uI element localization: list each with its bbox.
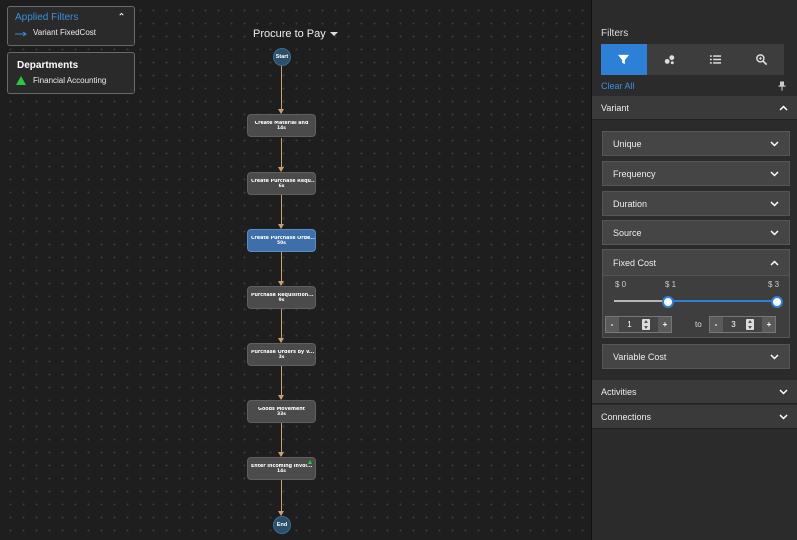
departments-panel: Departments Financial Accounting	[7, 52, 135, 94]
activity-duration: 14s	[277, 126, 286, 131]
variant-section-header[interactable]: Variant	[592, 96, 797, 120]
fixed-cost-max-handle[interactable]	[771, 296, 783, 308]
slider-tick-min: $ 0	[615, 280, 627, 289]
end-node[interactable]: End	[273, 516, 291, 534]
tab-filters[interactable]	[601, 44, 647, 75]
fixed-cost-max-input[interactable]: 3	[723, 317, 762, 332]
filters-title: Filters	[601, 28, 629, 39]
duration-filter-title: Duration	[613, 198, 648, 209]
activity-node[interactable]: Enter Incoming Invoi... 14s	[247, 457, 316, 480]
departments-title: Departments	[17, 60, 79, 71]
list-icon	[709, 55, 721, 64]
spinner-icon[interactable]	[641, 319, 650, 330]
flow-connector[interactable]	[281, 480, 282, 515]
activity-duration: 50s	[277, 241, 286, 246]
bubbles-icon	[664, 55, 675, 65]
department-label: Financial Accounting	[33, 76, 107, 85]
chevron-down-icon	[779, 413, 788, 420]
connections-section-header[interactable]: Connections	[592, 405, 797, 429]
filters-panel: Filters Clear All Variant Unique Frequen…	[592, 0, 797, 540]
chevron-down-icon	[779, 388, 788, 395]
applied-filter-item[interactable]: Variant FixedCost	[15, 28, 96, 37]
fixed-cost-slider-range	[668, 300, 777, 302]
process-selector[interactable]: Procure to Pay	[253, 28, 338, 40]
activities-section-header[interactable]: Activities	[592, 380, 797, 404]
applied-filters-panel: Applied Filters Variant FixedCost	[7, 6, 135, 46]
activity-duration: 33s	[277, 412, 286, 417]
tab-search[interactable]	[738, 44, 784, 75]
fixed-cost-slider-track[interactable]	[614, 300, 777, 302]
connections-section-title: Connections	[601, 411, 652, 422]
variable-cost-filter[interactable]: Variable Cost	[602, 344, 790, 369]
process-title: Procure to Pay	[253, 28, 326, 40]
activity-duration: 3s	[278, 355, 285, 360]
fixed-cost-max-stepper: - 3 +	[709, 316, 776, 333]
increment-button[interactable]: +	[763, 320, 775, 329]
activity-node-selected[interactable]: Create Purchase Orde... 50s	[247, 229, 316, 252]
end-label: End	[276, 522, 288, 528]
start-node[interactable]: Start	[273, 48, 291, 66]
activities-section-title: Activities	[601, 386, 637, 397]
decrement-button[interactable]: -	[606, 320, 618, 329]
fixed-cost-min-value: 1	[627, 320, 632, 329]
filter-icon	[618, 54, 630, 65]
variant-section-title: Variant	[601, 102, 629, 113]
fixed-cost-min-stepper: - 1 +	[605, 316, 672, 333]
chevron-down-icon	[770, 170, 779, 177]
activity-duration: 14s	[277, 469, 286, 474]
frequency-filter-title: Frequency	[613, 168, 656, 179]
arrow-right-icon	[15, 30, 27, 36]
activity-node[interactable]: Create Material and 14s	[247, 114, 316, 137]
activity-duration: 9s	[278, 298, 285, 303]
chevron-up-icon	[770, 259, 779, 266]
start-label: Start	[275, 54, 289, 60]
activity-node[interactable]: Goods Movement 33s	[247, 400, 316, 423]
fixed-cost-max-value: 3	[731, 320, 736, 329]
activity-duration: 6s	[278, 184, 285, 189]
increment-button[interactable]: +	[659, 320, 671, 329]
activity-node[interactable]: Create Purchase Requ... 6s	[247, 172, 316, 195]
department-item[interactable]: Financial Accounting	[16, 76, 106, 85]
decrement-button[interactable]: -	[710, 320, 722, 329]
unique-filter[interactable]: Unique	[602, 131, 790, 156]
chevron-down-icon	[770, 353, 779, 360]
activity-node[interactable]: Purchase Requisition... 9s	[247, 286, 316, 309]
pin-icon[interactable]	[778, 81, 786, 91]
applied-filters-title: Applied Filters	[15, 12, 79, 23]
chevron-down-icon	[770, 140, 779, 147]
fixed-cost-min-handle[interactable]	[662, 296, 675, 308]
activity-node[interactable]: Purchase Orders by V... 3s	[247, 343, 316, 366]
chevron-up-icon	[779, 104, 788, 111]
frequency-filter[interactable]: Frequency	[602, 161, 790, 186]
range-to-label: to	[695, 320, 702, 329]
unique-filter-title: Unique	[613, 138, 642, 149]
triangle-marker-icon	[16, 76, 26, 85]
caret-down-icon	[329, 32, 338, 36]
flow-connector[interactable]	[281, 65, 282, 113]
spinner-icon[interactable]	[745, 319, 754, 330]
process-map-canvas[interactable]: Applied Filters Variant FixedCost Depart…	[0, 0, 592, 540]
slider-tick-mid: $ 1	[665, 280, 677, 289]
chevron-down-icon	[770, 229, 779, 236]
applied-filter-label: Variant FixedCost	[33, 28, 96, 37]
chevron-down-icon	[770, 200, 779, 207]
clear-all-link[interactable]: Clear All	[601, 81, 635, 91]
department-marker-icon	[308, 460, 312, 464]
search-icon	[755, 54, 767, 66]
fixed-cost-min-input[interactable]: 1	[619, 317, 658, 332]
source-filter[interactable]: Source	[602, 220, 790, 245]
fixed-cost-title: Fixed Cost	[613, 257, 657, 268]
variable-cost-title: Variable Cost	[613, 351, 667, 362]
duration-filter[interactable]: Duration	[602, 191, 790, 216]
tab-bubbles[interactable]	[647, 44, 693, 75]
fixed-cost-filter: Fixed Cost $ 0 $ 1 $ 3 - 1 + to - 3 +	[602, 249, 790, 338]
source-filter-title: Source	[613, 227, 642, 238]
tab-list[interactable]	[693, 44, 739, 75]
chevron-up-icon[interactable]	[117, 11, 127, 21]
slider-tick-max: $ 3	[768, 280, 780, 289]
filter-tabs	[601, 44, 784, 75]
fixed-cost-header[interactable]: Fixed Cost	[603, 250, 789, 276]
